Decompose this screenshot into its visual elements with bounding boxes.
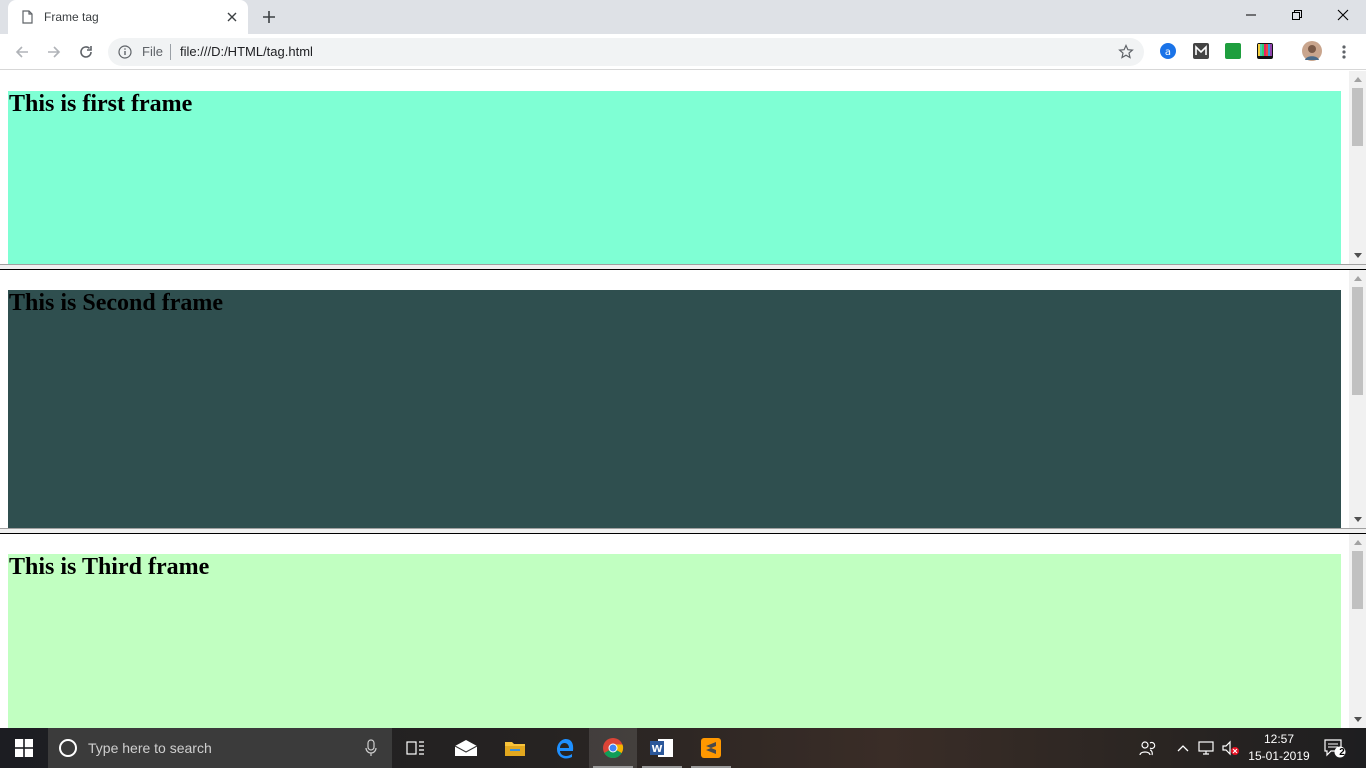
notifications-icon[interactable]: 2 — [1324, 739, 1346, 758]
people-icon[interactable] — [1138, 739, 1156, 757]
omnibox-separator — [170, 44, 171, 60]
frame-first[interactable]: This is first frame — [0, 71, 1366, 264]
info-icon[interactable] — [118, 45, 132, 59]
star-icon[interactable] — [1118, 44, 1134, 60]
frame-third[interactable]: This is Third frame — [0, 534, 1366, 728]
frame-first-body: This is first frame — [8, 91, 1341, 264]
minimize-button[interactable] — [1228, 0, 1274, 30]
frame-third-scrollbar[interactable] — [1349, 534, 1366, 728]
back-button[interactable] — [12, 42, 32, 62]
frameset: This is first frame This is Second frame… — [0, 71, 1366, 728]
url-text[interactable]: file:///D:/HTML/tag.html — [180, 44, 313, 59]
chrome-icon — [603, 738, 624, 759]
frame-second-heading: This is Second frame — [9, 290, 224, 316]
back-icon — [15, 46, 28, 58]
windows-taskbar: Type here to search W 12:57 15-01-2019 2 — [0, 728, 1366, 768]
word-button[interactable]: W — [638, 728, 686, 768]
task-view-icon — [406, 741, 424, 755]
svg-text:W: W — [651, 744, 662, 755]
close-icon[interactable] — [224, 9, 240, 25]
clock-time: 12:57 — [1263, 732, 1295, 746]
volume-muted-icon[interactable] — [1222, 739, 1240, 757]
tab-strip: Frame tag — [0, 0, 1366, 34]
file-explorer-button[interactable] — [491, 728, 539, 768]
sublime-text-icon — [701, 738, 721, 758]
svg-text:a: a — [1165, 47, 1171, 58]
frame-third-body: This is Third frame — [8, 554, 1341, 728]
menu-icon — [1342, 45, 1346, 59]
restore-icon — [1292, 10, 1302, 20]
frame-third-heading: This is Third frame — [9, 554, 210, 580]
search-placeholder: Type here to search — [88, 740, 212, 756]
frame-second[interactable]: This is Second frame — [0, 270, 1366, 528]
extension-a-icon[interactable]: a — [1160, 43, 1176, 59]
forward-icon — [48, 46, 61, 58]
chevron-up-icon[interactable] — [1174, 739, 1192, 757]
reload-icon — [80, 46, 92, 58]
windows-start-icon — [15, 739, 33, 757]
frame-first-scrollbar[interactable] — [1349, 71, 1366, 264]
browser-tab[interactable]: Frame tag — [8, 0, 248, 34]
notification-count: 2 — [1339, 747, 1345, 758]
network-icon[interactable] — [1198, 739, 1216, 757]
edge-button[interactable] — [540, 728, 588, 768]
restore-button[interactable] — [1274, 0, 1320, 30]
microphone-icon[interactable] — [364, 739, 378, 757]
forward-button[interactable] — [44, 42, 64, 62]
new-tab-icon[interactable] — [261, 9, 277, 25]
close-window-button[interactable] — [1320, 0, 1366, 30]
minimize-icon — [1246, 14, 1256, 16]
page-icon — [22, 10, 33, 24]
menu-button[interactable] — [1334, 42, 1354, 62]
start-button[interactable] — [0, 728, 48, 768]
taskbar-search-box[interactable]: Type here to search — [48, 728, 392, 768]
file-explorer-icon — [505, 742, 525, 756]
scheme-label: File — [142, 44, 163, 59]
reload-button[interactable] — [76, 42, 96, 62]
profile-avatar-icon[interactable] — [1302, 41, 1322, 61]
frame-second-scrollbar[interactable] — [1349, 270, 1366, 528]
sublime-text-button[interactable] — [687, 728, 735, 768]
task-view-button[interactable] — [392, 728, 440, 768]
extension-color-bars-icon[interactable] — [1257, 43, 1273, 59]
mail-app-button[interactable] — [442, 728, 490, 768]
word-icon: W — [650, 739, 673, 757]
mail-icon — [454, 740, 478, 756]
chrome-button[interactable] — [589, 728, 637, 768]
system-clock[interactable]: 12:57 15-01-2019 — [1248, 731, 1310, 765]
address-bar[interactable]: File file:///D:/HTML/tag.html — [108, 38, 1144, 66]
frame-second-body: This is Second frame — [8, 290, 1341, 528]
frame-first-heading: This is first frame — [9, 91, 193, 117]
cortana-icon — [59, 739, 77, 757]
tab-title: Frame tag — [44, 10, 99, 24]
close-window-icon — [1337, 9, 1349, 21]
clock-date: 15-01-2019 — [1248, 749, 1310, 763]
browser-toolbar: File file:///D:/HTML/tag.html a — [0, 34, 1366, 70]
edge-icon — [557, 739, 574, 759]
extension-m-icon[interactable] — [1193, 43, 1209, 59]
extension-green-icon[interactable] — [1225, 43, 1241, 59]
